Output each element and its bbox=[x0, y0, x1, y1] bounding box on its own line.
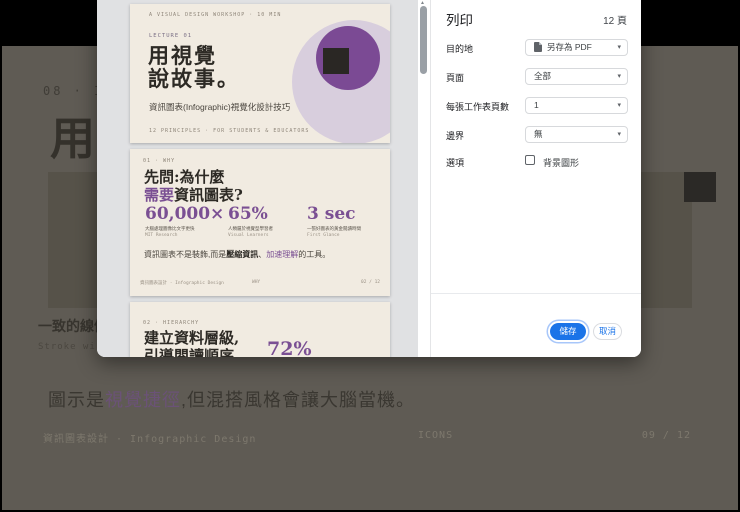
preview-slide-3: 02 · HIERARCHY 建立資料層級, 引導閱讀順序 72% bbox=[130, 302, 390, 357]
pages-value: 全部 bbox=[534, 71, 552, 81]
slide3-title-line2: 引導閱讀順序 bbox=[144, 346, 235, 357]
destination-row: 目的地 另存為 PDF ▾ bbox=[431, 39, 641, 56]
dialog-title: 列印 bbox=[446, 13, 473, 28]
black-square-graphic bbox=[323, 48, 349, 74]
slide2-footer-left: 資訊圖表設計 · Infographic Design bbox=[140, 281, 224, 286]
chevron-down-icon: ▾ bbox=[617, 131, 621, 138]
options-label: 選項 bbox=[446, 158, 465, 168]
slide2-body-em1: 壓縮資訊 bbox=[226, 250, 259, 259]
margins-value: 無 bbox=[534, 129, 543, 139]
slide1-title: 用視覺 說故事。 bbox=[148, 44, 240, 90]
statement-highlight: 視覺捷徑 bbox=[105, 390, 181, 410]
slide1-footnote: 12 PRINCIPLES · FOR STUDENTS & EDUCATORS bbox=[149, 128, 310, 134]
slide1-subtitle: 資訊圖表(Infographic)視覺化設計技巧 bbox=[149, 102, 291, 112]
slide2-footer-page: 02 / 12 bbox=[361, 280, 380, 285]
chevron-down-icon: ▾ bbox=[617, 73, 621, 80]
slide1-title-line1: 用視覺 bbox=[148, 43, 217, 68]
margins-label: 邊界 bbox=[446, 131, 465, 141]
pages-per-sheet-row: 每張工作表頁數 1 ▾ bbox=[431, 97, 641, 114]
slide2-body-em2: 加速理解 bbox=[266, 250, 299, 259]
footer-center: ICONS bbox=[418, 430, 454, 441]
page-count: 12 頁 bbox=[603, 16, 627, 27]
slide3-title: 建立資料層級, 引導閱讀順序 bbox=[144, 329, 240, 357]
pages-label: 頁面 bbox=[446, 73, 465, 83]
background-graphics-label: 背景圖形 bbox=[543, 158, 580, 168]
background-stroke-code: Stroke wi bbox=[38, 342, 96, 352]
stat1-caption: 大腦處理圖像比文字更快 bbox=[145, 226, 195, 231]
footer-page-number: 09 / 12 bbox=[641, 430, 691, 441]
options-row: 選項 背景圖形 bbox=[431, 155, 641, 169]
preview-slide-2: 01 · WHY 先問:為什麼 需要資訊圖表? 60,000× 大腦處理圖像比文… bbox=[130, 149, 390, 296]
pages-per-sheet-label: 每張工作表頁數 bbox=[446, 102, 510, 112]
slide2-body: 資訊圖表不是裝飾,而是壓縮資訊、加速理解的工具。 bbox=[144, 249, 330, 260]
preview-scrollbar-track[interactable]: ▲ bbox=[418, 0, 430, 357]
destination-select[interactable]: 另存為 PDF ▾ bbox=[525, 39, 628, 56]
statement-post: ,但混搭風格會讓大腦當機。 bbox=[181, 390, 415, 410]
save-button[interactable]: 儲存 bbox=[550, 323, 586, 340]
footer-left: 資訊圖表設計 · Infographic Design bbox=[43, 434, 257, 445]
slide2-title-rest: 資訊圖表? bbox=[174, 185, 243, 204]
background-dark-square bbox=[684, 172, 716, 202]
margins-select[interactable]: 無 ▾ bbox=[525, 126, 628, 143]
pages-row: 頁面 全部 ▾ bbox=[431, 68, 641, 85]
stat3-value: 3 sec bbox=[307, 204, 356, 224]
slide2-stat-1: 60,000× 大腦處理圖像比文字更快 MIT Research bbox=[145, 204, 224, 238]
slide1-kicker: A VISUAL DESIGN WORKSHOP · 10 MIN bbox=[149, 12, 282, 18]
print-preview-pane: A VISUAL DESIGN WORKSHOP · 10 MIN LECTUR… bbox=[97, 0, 418, 357]
slide2-stat-3: 3 sec 一張好圖表的黃金閱讀時間 First Glance bbox=[307, 204, 361, 238]
stat1-value: 60,000× bbox=[145, 204, 225, 224]
statement-pre: 圖示是 bbox=[48, 390, 105, 410]
slide1-title-line2: 說故事。 bbox=[148, 66, 240, 91]
margins-row: 邊界 無 ▾ bbox=[431, 126, 641, 143]
pdf-document-icon bbox=[534, 42, 542, 52]
stat2-caption: 人類屬於視覺型學習者 bbox=[228, 226, 273, 231]
cancel-button[interactable]: 取消 bbox=[593, 323, 622, 340]
preview-slide-1: A VISUAL DESIGN WORKSHOP · 10 MIN LECTUR… bbox=[130, 4, 390, 143]
stat2-source: Visual Learners bbox=[228, 233, 269, 238]
chevron-down-icon: ▾ bbox=[617, 44, 621, 51]
slide2-kicker: 01 · WHY bbox=[143, 158, 176, 164]
print-settings-pane: 列印 12 頁 目的地 另存為 PDF ▾ 頁面 全部 ▾ 每張工作表頁數 1 … bbox=[430, 0, 641, 357]
stat3-caption: 一張好圖表的黃金閱讀時間 bbox=[307, 226, 361, 231]
stat3-source: First Glance bbox=[307, 233, 340, 238]
slide3-kicker: 02 · HIERARCHY bbox=[143, 320, 200, 326]
slide2-body-post: 的工具。 bbox=[298, 250, 331, 259]
slide1-lecture-label: LECTURE 01 bbox=[149, 33, 193, 39]
slide2-footer-center: WHY bbox=[252, 280, 261, 285]
destination-value: 另存為 PDF bbox=[547, 42, 592, 52]
preview-scrollbar-thumb[interactable] bbox=[420, 6, 427, 74]
destination-label: 目的地 bbox=[446, 44, 474, 54]
slide2-stat-2: 65% 人類屬於視覺型學習者 Visual Learners bbox=[228, 204, 273, 238]
background-statement: 圖示是視覺捷徑,但混搭風格會讓大腦當機。 bbox=[48, 386, 415, 412]
slide3-stat: 72% bbox=[267, 338, 312, 357]
slide2-title: 先問:為什麼 需要資訊圖表? bbox=[144, 168, 243, 205]
background-graphics-checkbox[interactable] bbox=[525, 155, 535, 165]
stat2-value: 65% bbox=[228, 204, 268, 224]
slide2-title-accent: 需要 bbox=[144, 185, 175, 204]
print-dialog: A VISUAL DESIGN WORKSHOP · 10 MIN LECTUR… bbox=[97, 0, 641, 357]
chevron-down-icon: ▾ bbox=[617, 102, 621, 109]
stat1-source: MIT Research bbox=[145, 233, 178, 238]
pages-select[interactable]: 全部 ▾ bbox=[525, 68, 628, 85]
pages-per-sheet-value: 1 bbox=[534, 100, 539, 110]
pages-per-sheet-select[interactable]: 1 ▾ bbox=[525, 97, 628, 114]
slide2-title-line2: 需要資訊圖表? bbox=[144, 185, 243, 205]
button-divider bbox=[431, 293, 641, 294]
slide3-title-line1: 建立資料層級, bbox=[144, 329, 240, 347]
slide2-body-pre: 資訊圖表不是裝飾,而是 bbox=[144, 250, 227, 259]
slide2-title-line1: 先問:為什麼 bbox=[144, 168, 225, 186]
